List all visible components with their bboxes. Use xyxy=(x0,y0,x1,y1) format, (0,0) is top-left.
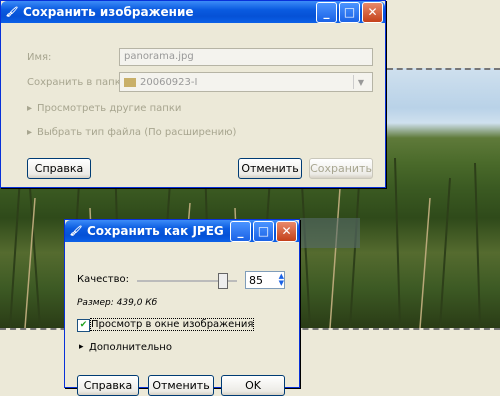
folder-select[interactable]: 20060923-I ▼ xyxy=(119,72,373,92)
minimize-button[interactable]: _ xyxy=(230,220,251,242)
gimp-icon: 🖌 xyxy=(5,6,19,18)
quality-value: 85 xyxy=(249,273,263,287)
save-image-dialog: 🖌 Сохранить изображение _ □ ✕ Имя: panor… xyxy=(0,0,386,188)
expand-filetype-icon[interactable]: ▸ xyxy=(27,127,32,138)
chevron-down-icon[interactable]: ▼ xyxy=(353,75,368,89)
name-label: Имя: xyxy=(27,52,52,63)
cancel-button[interactable]: Отменить xyxy=(238,158,302,179)
save-dialog-title: Сохранить изображение xyxy=(23,5,194,19)
filetype-expander[interactable]: Выбрать тип файла (По расширению) xyxy=(37,127,236,138)
minimize-button[interactable]: _ xyxy=(316,1,337,23)
preview-label[interactable]: Просмотр в окне изображения xyxy=(89,318,255,331)
folder-value: 20060923-I xyxy=(140,76,198,88)
folder-icon xyxy=(124,77,136,87)
quality-slider-thumb[interactable] xyxy=(218,273,228,289)
jpeg-dialog-title: Сохранить как JPEG xyxy=(87,224,224,238)
expand-advanced-icon[interactable]: ▸ xyxy=(79,342,84,352)
save-button[interactable]: Сохранить xyxy=(309,158,373,179)
file-size-text: Размер: 439,0 Кб xyxy=(77,298,158,308)
maximize-button[interactable]: □ xyxy=(253,220,274,242)
gimp-icon: 🖌 xyxy=(69,225,83,237)
close-button[interactable]: ✕ xyxy=(276,220,297,242)
save-dialog-titlebar[interactable]: 🖌 Сохранить изображение _ □ ✕ xyxy=(1,1,385,23)
canvas-border-top xyxy=(387,68,500,70)
ok-button[interactable]: OK xyxy=(221,375,285,396)
preview-checkbox[interactable]: ✔ xyxy=(77,319,90,332)
browse-folders-expander[interactable]: Просмотреть другие папки xyxy=(37,103,181,114)
folder-label: Сохранить в папке xyxy=(27,77,127,88)
spin-arrows-icon[interactable]: ▲ ▼ xyxy=(279,273,284,287)
filename-input[interactable]: panorama.jpg xyxy=(119,48,373,66)
cancel-button[interactable]: Отменить xyxy=(148,375,214,396)
help-button[interactable]: Справка xyxy=(77,375,139,396)
quality-spinbox[interactable]: 85 ▲ ▼ xyxy=(245,271,285,289)
jpeg-dialog-titlebar[interactable]: 🖌 Сохранить как JPEG _ □ ✕ xyxy=(65,220,299,242)
expand-browse-icon[interactable]: ▸ xyxy=(27,103,32,114)
close-button[interactable]: ✕ xyxy=(362,1,383,23)
help-button[interactable]: Справка xyxy=(27,158,91,179)
maximize-button[interactable]: □ xyxy=(339,1,360,23)
advanced-expander[interactable]: Дополнительно xyxy=(89,342,172,353)
quality-label: Качество: xyxy=(77,274,129,285)
save-jpeg-dialog: 🖌 Сохранить как JPEG _ □ ✕ Качество: 85 … xyxy=(64,219,300,396)
